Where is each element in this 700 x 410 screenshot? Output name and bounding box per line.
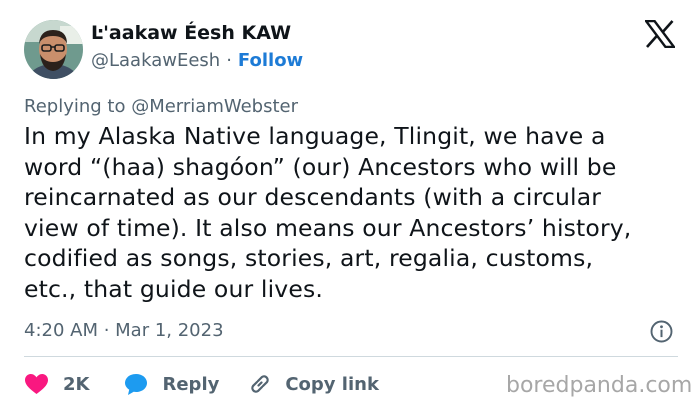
author-handle-row: @LaakawEesh · Follow — [91, 50, 303, 71]
copy-link-button[interactable]: Copy link — [248, 372, 379, 396]
reply-label: Reply — [162, 373, 220, 395]
reply-button[interactable]: Reply — [124, 373, 219, 396]
tweet-card: Ŀ'aakaw Éesh KAW @LaakawEesh · Follow Repl… — [0, 0, 700, 410]
timestamp[interactable]: 4:20 AM · Mar 1, 2023 — [24, 320, 224, 341]
follow-button[interactable]: Follow — [238, 50, 303, 71]
tweet-line: word “(haa) shagóon” (our) Ancestors who… — [24, 152, 617, 181]
avatar[interactable] — [24, 20, 83, 79]
watermark: boredpanda.com — [506, 373, 693, 398]
heart-icon — [25, 374, 48, 394]
tweet-line: codified as songs, stories, art, regalia… — [24, 244, 594, 272]
tweet-line: In my Alaska Native language, Tlingit, w… — [24, 122, 606, 150]
copy-link-label: Copy link — [285, 373, 379, 395]
tweet-line: etc., that guide our lives. — [24, 274, 323, 303]
speech-bubble-icon — [125, 373, 148, 395]
separator-dot: · — [226, 50, 232, 71]
like-count: 2K — [63, 373, 90, 395]
reply-context[interactable]: Replying to @MerriamWebster — [24, 96, 298, 117]
tweet-text: In my Alaska Native language, Tlingit, w… — [24, 121, 684, 304]
action-bar: 2K Reply Copy link — [24, 370, 379, 398]
tweet-line: reincarnated as our descendants (with a … — [24, 183, 602, 211]
link-icon — [251, 375, 269, 393]
author-name[interactable]: Ŀ'aakaw Éesh KAW — [91, 22, 291, 44]
like-button[interactable]: 2K — [24, 373, 89, 395]
info-icon[interactable] — [650, 320, 673, 343]
author-handle[interactable]: @LaakawEesh — [91, 50, 220, 71]
tweet-line: view of time). It also means our Ancesto… — [24, 213, 632, 242]
avatar-photo — [24, 20, 83, 79]
x-logo-icon[interactable] — [645, 20, 675, 48]
divider — [24, 356, 678, 357]
